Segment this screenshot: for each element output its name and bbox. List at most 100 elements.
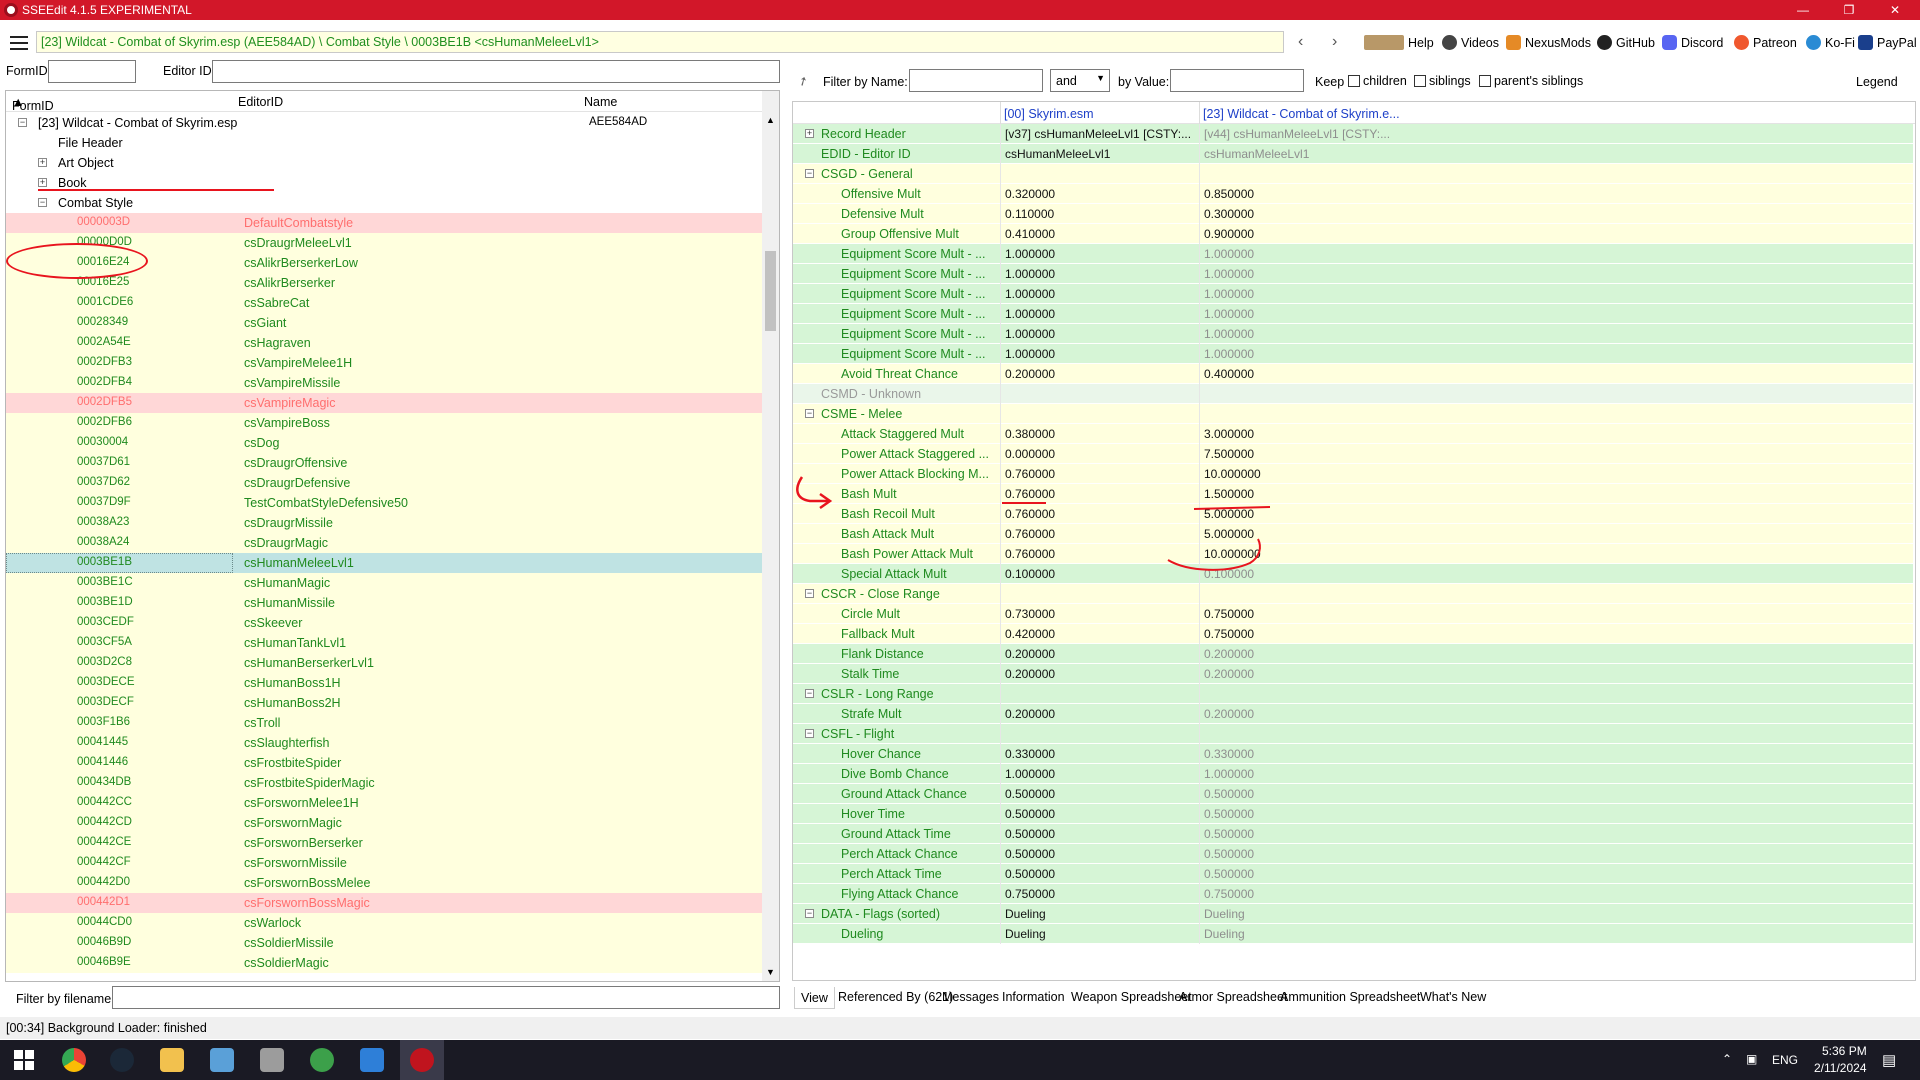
file-explorer-icon[interactable] <box>160 1048 184 1072</box>
record-row[interactable]: 00041445 csSlaughterfish <box>6 733 763 753</box>
record-row[interactable]: 0002A54E csHagraven <box>6 333 763 353</box>
menu-icon[interactable] <box>10 36 28 50</box>
record-row[interactable]: 000442CE csForswornBerserker <box>6 833 763 853</box>
app-icon-gray[interactable] <box>260 1048 284 1072</box>
help-link[interactable]: Help <box>1364 35 1434 50</box>
minimize-button[interactable]: — <box>1780 0 1826 20</box>
record-row[interactable]: 0003D2C8 csHumanBerserkerLvl1 <box>6 653 763 673</box>
back-arrow-icon[interactable]: ‹ <box>1298 33 1303 51</box>
language-indicator[interactable]: ENG <box>1772 1053 1798 1067</box>
paypal-link[interactable]: PayPal <box>1858 35 1917 50</box>
collapse-icon[interactable]: − <box>18 118 27 127</box>
record-row[interactable]: 00038A23 csDraugrMissile <box>6 513 763 533</box>
record-row[interactable]: 00046B9E csSoldierMagic <box>6 953 763 973</box>
scroll-thumb[interactable] <box>765 251 776 331</box>
record-row[interactable]: 00028349 csGiant <box>6 313 763 333</box>
maximize-button[interactable]: ❐ <box>1826 0 1872 20</box>
record-row[interactable]: 0003DECF csHumanBoss2H <box>6 693 763 713</box>
record-row[interactable]: 000442D0 csForswornBossMelee <box>6 873 763 893</box>
patreon-icon <box>1734 35 1749 50</box>
record-row[interactable]: 0003CF5A csHumanTankLvl1 <box>6 633 763 653</box>
record-row[interactable]: 00041446 csFrostbiteSpider <box>6 753 763 773</box>
record-row[interactable]: 000442D1 csForswornBossMagic <box>6 893 763 913</box>
record-row[interactable]: 0003F1B6 csTroll <box>6 713 763 733</box>
clock-date[interactable]: 2/11/2024 <box>1814 1061 1867 1075</box>
formid-input[interactable] <box>48 60 136 83</box>
column-editorid[interactable]: EditorID <box>238 95 283 109</box>
close-button[interactable]: ✕ <box>1872 0 1918 20</box>
patreon-link[interactable]: Patreon <box>1734 35 1797 50</box>
steam-icon[interactable] <box>110 1048 134 1072</box>
record-row[interactable]: 0003DECE csHumanBoss1H <box>6 673 763 693</box>
discord-link[interactable]: Discord <box>1662 35 1723 50</box>
record-row[interactable]: 00030004 csDog <box>6 433 763 453</box>
record-row[interactable]: 0000003D DefaultCombatstyle <box>6 213 763 233</box>
record-row[interactable]: 0002DFB4 csVampireMissile <box>6 373 763 393</box>
record-row[interactable]: 0003BE1D csHumanMissile <box>6 593 763 613</box>
network-icon[interactable]: ▣ <box>1746 1052 1757 1066</box>
editorid-input[interactable] <box>212 60 780 83</box>
record-row[interactable]: 00016E25 csAlikrBerserker <box>6 273 763 293</box>
plugin-id: AEE584AD <box>589 116 648 128</box>
forward-arrow-icon[interactable]: › <box>1332 33 1337 51</box>
annotation-circle <box>6 243 148 279</box>
record-row[interactable]: 0002DFB3 csVampireMelee1H <box>6 353 763 373</box>
annotation-marks <box>796 476 1271 571</box>
filter-filename-input[interactable] <box>112 986 780 1009</box>
record-row[interactable]: 000442CF csForswornMissile <box>6 853 763 873</box>
github-link[interactable]: GitHub <box>1597 35 1655 50</box>
column-name[interactable]: Name <box>584 95 617 109</box>
group-art-object[interactable]: + Art Object <box>6 153 763 173</box>
record-editorid: csHumanBoss2H <box>244 696 341 710</box>
clock-time[interactable]: 5:36 PM <box>1822 1044 1867 1058</box>
book-icon <box>1364 35 1404 50</box>
record-row[interactable]: 0002DFB6 csVampireBoss <box>6 413 763 433</box>
record-row[interactable]: 00046B9D csSoldierMissile <box>6 933 763 953</box>
scroll-up-icon[interactable]: ▲ <box>766 115 775 125</box>
scroll-down-icon[interactable]: ▼ <box>766 967 775 977</box>
app-icon-link[interactable] <box>360 1048 384 1072</box>
column-formid[interactable]: FormID ▲ <box>12 95 54 113</box>
record-row[interactable]: 00037D9F TestCombatStyleDefensive50 <box>6 493 763 513</box>
kofi-link[interactable]: Ko-Fi <box>1806 35 1855 50</box>
group-combat-style[interactable]: − Combat Style <box>6 193 763 213</box>
record-row[interactable]: 000442CC csForswornMelee1H <box>6 793 763 813</box>
record-row[interactable]: 0001CDE6 csSabreCat <box>6 293 763 313</box>
record-row[interactable]: 00037D61 csDraugrOffensive <box>6 453 763 473</box>
chrome-icon[interactable] <box>62 1048 86 1072</box>
record-formid: 00046B9D <box>77 936 132 948</box>
notification-icon[interactable]: ▤ <box>1882 1051 1896 1069</box>
expand-icon[interactable]: + <box>38 178 47 187</box>
tree-scrollbar[interactable]: ▲ ▼ <box>762 91 779 981</box>
windows-start-icon[interactable] <box>14 1050 34 1070</box>
record-editorid: csHumanMeleeLvl1 <box>244 556 354 570</box>
record-row[interactable]: 0003CEDF csSkeever <box>6 613 763 633</box>
record-formid: 000442D0 <box>77 876 131 888</box>
nexusmods-link[interactable]: NexusMods <box>1506 35 1591 50</box>
app-icon-blue[interactable] <box>210 1048 234 1072</box>
expand-icon[interactable]: + <box>38 158 47 167</box>
record-editorid: DefaultCombatstyle <box>244 216 354 230</box>
record-row[interactable]: 000434DB csFrostbiteSpiderMagic <box>6 773 763 793</box>
record-formid: 00041445 <box>77 736 129 748</box>
videos-link[interactable]: Videos <box>1442 35 1499 50</box>
record-row[interactable]: 000442CD csForswornMagic <box>6 813 763 833</box>
record-editorid: csAlikrBerserker <box>244 276 335 290</box>
record-editorid: csDraugrMagic <box>244 536 329 550</box>
record-row[interactable]: 00044CD0 csWarlock <box>6 913 763 933</box>
record-row[interactable]: 0003BE1C csHumanMagic <box>6 573 763 593</box>
app-icon-green[interactable] <box>310 1048 334 1072</box>
record-row[interactable]: 0002DFB5 csVampireMagic <box>6 393 763 413</box>
collapse-icon[interactable]: − <box>38 198 47 207</box>
record-row[interactable]: 00038A24 csDraugrMagic <box>6 533 763 553</box>
record-formid: 00038A23 <box>77 516 130 528</box>
record-tree[interactable]: FormID ▲ EditorID Name − [23] Wildcat - … <box>5 90 780 982</box>
record-row[interactable]: 0003BE1B csHumanMeleeLvl1 <box>6 553 763 573</box>
record-row[interactable]: 00037D62 csDraugrDefensive <box>6 473 763 493</box>
taskbar: ⌃ ▣ ENG 5:36 PM 2/11/2024 ▤ <box>0 1040 1920 1080</box>
plugin-row[interactable]: − [23] Wildcat - Combat of Skyrim.esp AE… <box>6 113 763 133</box>
group-file-header[interactable]: File Header <box>6 133 763 153</box>
sseedit-task-button[interactable] <box>400 1040 444 1080</box>
tray-chevron-icon[interactable]: ⌃ <box>1722 1052 1732 1066</box>
record-editorid: csFrostbiteSpiderMagic <box>244 776 375 790</box>
